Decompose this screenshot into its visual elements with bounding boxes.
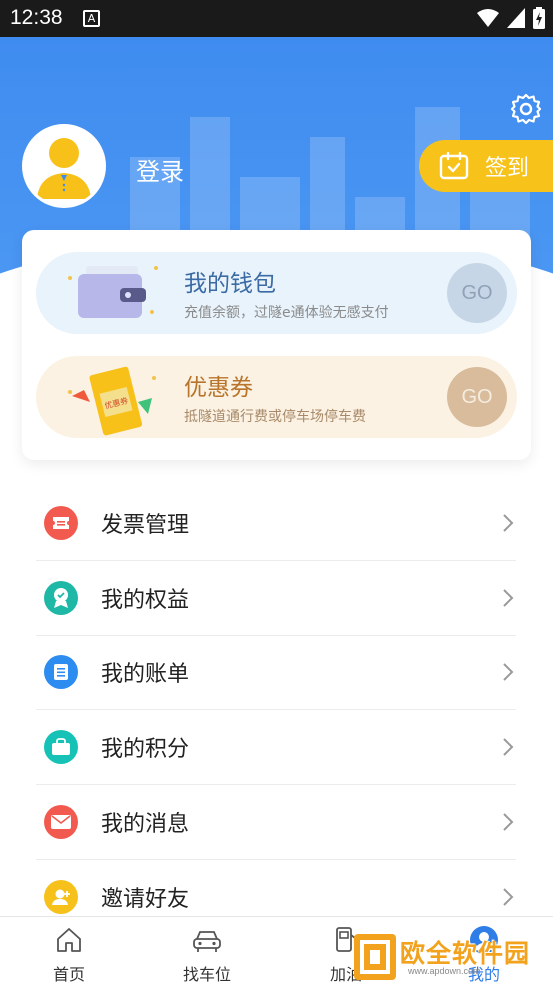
wallet-go-button[interactable]: GO [447, 263, 507, 323]
checkin-label: 签到 [485, 156, 530, 181]
points-icon [44, 730, 78, 765]
settings-menu: 发票管理 我的权益 我的账单 我的积分 我的消息 邀请好友 [36, 486, 516, 935]
car-icon [193, 931, 221, 952]
wallet-icon [68, 266, 158, 318]
signal-icon [507, 8, 525, 28]
status-icons [477, 7, 545, 29]
home-icon [57, 928, 81, 952]
status-bar: 12:38 A [0, 0, 553, 37]
coupon-subtitle: 抵隧道通行费或停车场停车费 [184, 409, 366, 425]
menu-label: 邀请好友 [101, 887, 190, 913]
nav-item-parking[interactable]: 找车位 [157, 917, 257, 984]
coupon-card[interactable]: 优惠券 优惠券 抵隧道通行费或停车场停车费 GO [36, 356, 517, 438]
invoice-icon [44, 505, 78, 540]
message-icon [44, 805, 78, 840]
wallet-subtitle: 充值余额，过隧e通体验无感支付 [184, 305, 389, 321]
calendar-check-icon [439, 152, 469, 180]
nav-label: 首页 [52, 965, 85, 984]
accessibility-icon: A [83, 10, 100, 27]
invite-icon [44, 880, 78, 915]
rights-icon [44, 580, 78, 615]
chevron-right-icon [503, 514, 514, 532]
checkin-button[interactable]: 签到 [419, 140, 553, 192]
wallet-panel: 我的钱包 充值余额，过隧e通体验无感支付 GO 优惠券 优惠券 抵隧道通行费或停… [22, 230, 531, 460]
bill-icon [44, 655, 78, 690]
menu-item-bill[interactable]: 我的账单 [36, 636, 516, 711]
coupon-title: 优惠券 [184, 375, 253, 401]
user-avatar-icon [25, 127, 103, 205]
menu-label: 我的权益 [101, 587, 190, 613]
watermark-url: www.apdown.com [408, 966, 481, 976]
menu-item-invoice[interactable]: 发票管理 [36, 486, 516, 561]
menu-label: 我的消息 [101, 812, 190, 838]
chevron-right-icon [503, 663, 514, 682]
battery-icon [533, 7, 545, 29]
coupon-ticket-icon: 优惠券 [68, 366, 156, 436]
watermark-logo: 欧全软件园 www.apdown.com [352, 930, 552, 984]
settings-gear-icon[interactable] [509, 92, 543, 126]
wallet-card[interactable]: 我的钱包 充值余额，过隧e通体验无感支付 GO [36, 252, 517, 334]
avatar[interactable] [22, 124, 106, 208]
menu-label: 我的积分 [101, 737, 190, 763]
watermark-text: 欧全软件园 [400, 939, 531, 968]
chevron-right-icon [503, 588, 514, 607]
coupon-go-button[interactable]: GO [447, 367, 507, 427]
chevron-right-icon [503, 738, 514, 756]
watermark-emblem-icon [354, 934, 396, 980]
chevron-right-icon [503, 813, 514, 831]
wifi-icon [477, 9, 499, 27]
menu-item-rights[interactable]: 我的权益 [36, 561, 516, 636]
menu-label: 我的账单 [101, 662, 190, 688]
chevron-right-icon [503, 888, 514, 907]
menu-item-points[interactable]: 我的积分 [36, 710, 516, 786]
status-time: 12:38 [10, 6, 63, 29]
wallet-title: 我的钱包 [184, 271, 276, 297]
nav-item-home[interactable]: 首页 [19, 917, 119, 984]
menu-item-message[interactable]: 我的消息 [36, 785, 516, 860]
login-link[interactable]: 登录 [136, 152, 184, 187]
menu-label: 发票管理 [101, 512, 190, 538]
nav-label: 找车位 [182, 965, 231, 984]
